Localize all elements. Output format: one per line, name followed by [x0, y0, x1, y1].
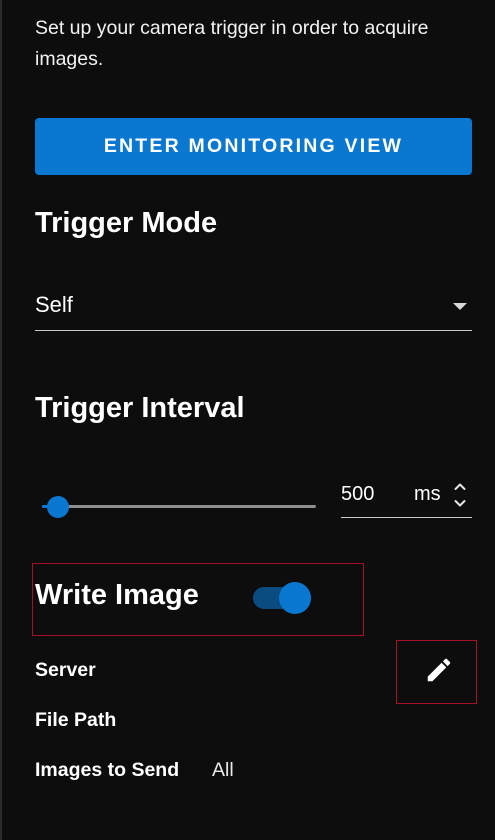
unfold-icon[interactable] [453, 479, 467, 511]
write-image-toggle[interactable] [253, 582, 311, 614]
images-to-send-label: Images to Send [35, 759, 180, 781]
trigger-interval-value[interactable]: 500 [341, 483, 374, 506]
edit-server-button[interactable] [396, 640, 477, 704]
slider-thumb[interactable] [47, 496, 69, 518]
enter-monitoring-view-button[interactable]: ENTER MONITORING VIEW [35, 118, 472, 175]
caret-down-icon [453, 303, 467, 310]
trigger-interval-unit: ms [414, 483, 441, 505]
pencil-icon [427, 658, 451, 682]
trigger-mode-heading: Trigger Mode [35, 207, 218, 239]
camera-trigger-panel: Set up your camera trigger in order to a… [0, 0, 495, 840]
trigger-interval-input[interactable]: 500 ms [341, 474, 472, 518]
panel-divider [0, 0, 2, 840]
trigger-interval-heading: Trigger Interval [35, 392, 245, 424]
toggle-thumb [279, 582, 311, 614]
trigger-interval-slider[interactable] [42, 495, 316, 519]
images-to-send-value[interactable]: All [212, 759, 234, 782]
intro-text: Set up your camera trigger in order to a… [35, 17, 429, 70]
write-image-label: Write Image [35, 579, 199, 611]
server-label: Server [35, 659, 96, 681]
trigger-mode-selected-value: Self [35, 292, 73, 317]
file-path-label: File Path [35, 709, 117, 731]
trigger-mode-select[interactable]: Self [35, 283, 472, 331]
slider-rail [42, 505, 316, 508]
